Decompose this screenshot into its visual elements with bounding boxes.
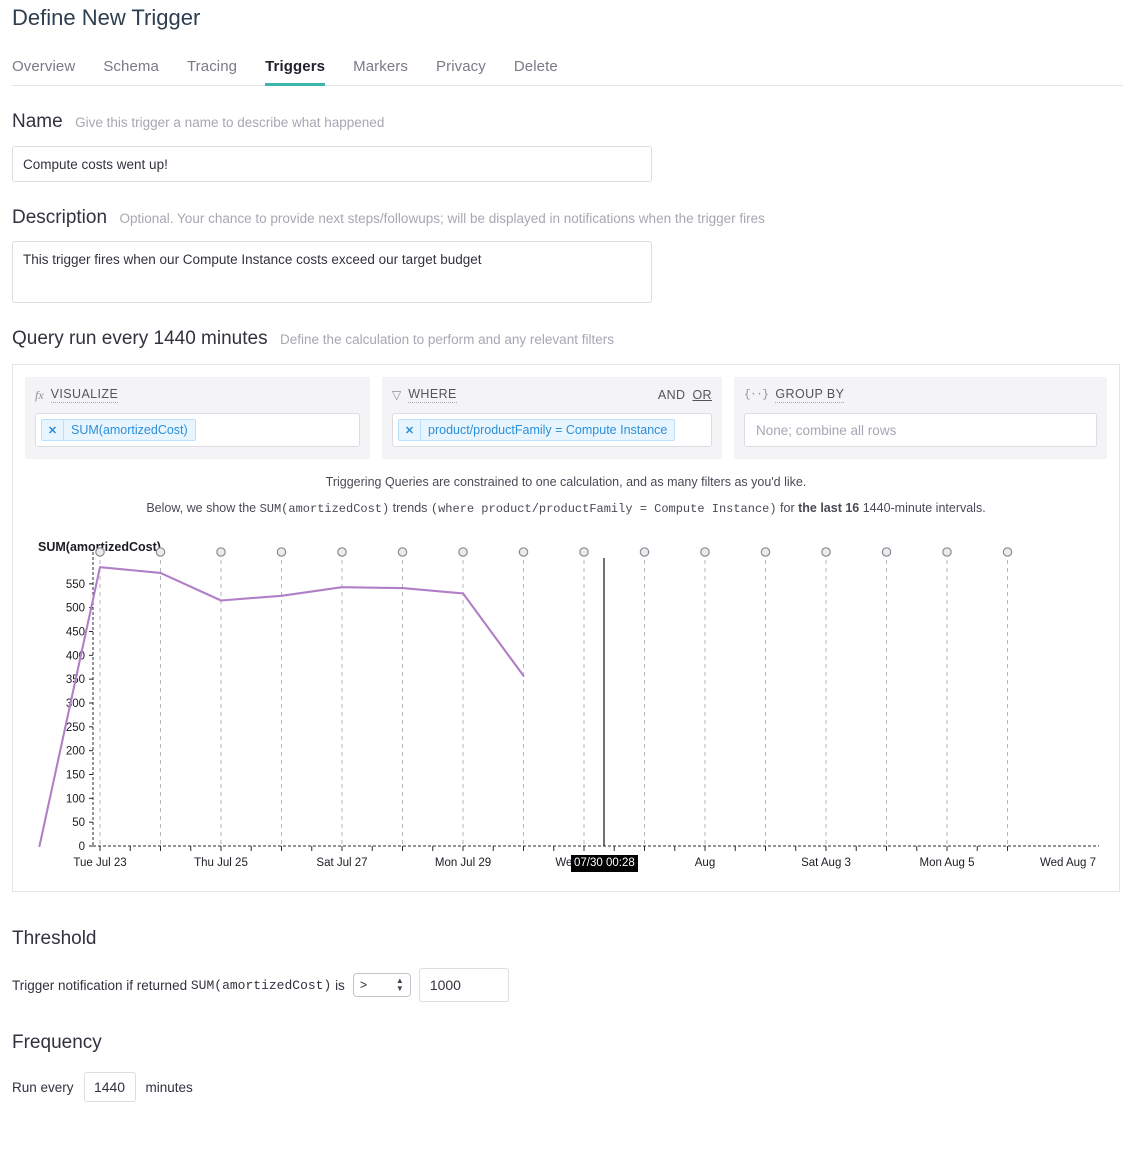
svg-text:150: 150 xyxy=(66,770,85,782)
svg-text:Mon Aug 5: Mon Aug 5 xyxy=(920,857,975,869)
name-label: Name xyxy=(12,111,63,132)
trend-note-bold: the last 16 xyxy=(798,501,859,515)
threshold-operator-value: > xyxy=(360,978,367,992)
tab-delete[interactable]: Delete xyxy=(500,52,572,85)
query-builder-row: fx VISUALIZE ✕ SUM(amortizedCost) ▽ WH xyxy=(25,377,1107,459)
query-section: Query run every 1440 minutes Define the … xyxy=(12,329,1123,892)
group-by-header: {··} GROUP BY xyxy=(744,386,1097,404)
svg-text:Sat Jul 27: Sat Jul 27 xyxy=(316,857,367,869)
trend-chart-svg: SUM(amortizedCost)0501001502002503003504… xyxy=(25,524,1109,876)
and-or-toggle: AND OR xyxy=(658,388,712,402)
threshold-section: Threshold Trigger notification if return… xyxy=(12,928,1123,1002)
trigger-name-input[interactable] xyxy=(12,146,652,182)
frequency-section: Frequency Run every minutes xyxy=(12,1032,1123,1102)
page-title: Define New Trigger xyxy=(12,0,1123,32)
frequency-row: Run every minutes xyxy=(12,1072,1123,1102)
group-by-placeholder: None; combine all rows xyxy=(750,423,896,438)
svg-text:Mon Jul 29: Mon Jul 29 xyxy=(435,857,491,869)
threshold-row: Trigger notification if returned SUM(amo… xyxy=(12,968,1123,1002)
svg-text:50: 50 xyxy=(72,817,85,829)
group-by-panel: {··} GROUP BY None; combine all rows xyxy=(734,377,1107,459)
svg-text:Wed Aug 7: Wed Aug 7 xyxy=(1040,857,1096,869)
svg-text:450: 450 xyxy=(66,627,85,639)
filter-icon: ▽ xyxy=(392,389,401,401)
svg-text:Tue Jul 23: Tue Jul 23 xyxy=(73,857,126,869)
svg-text:200: 200 xyxy=(66,746,85,758)
name-section-header: Name Give this trigger a name to describ… xyxy=(12,112,1123,133)
svg-text:Thu Jul 25: Thu Jul 25 xyxy=(194,857,248,869)
group-by-icon: {··} xyxy=(744,390,768,401)
trend-note-filter: (where product/productFamily = Compute I… xyxy=(431,502,777,516)
query-builder-card: fx VISUALIZE ✕ SUM(amortizedCost) ▽ WH xyxy=(12,364,1120,892)
svg-text:Aug: Aug xyxy=(695,857,715,869)
svg-text:250: 250 xyxy=(66,722,85,734)
visualize-header: fx VISUALIZE xyxy=(35,386,360,404)
visualize-panel: fx VISUALIZE ✕ SUM(amortizedCost) xyxy=(25,377,370,459)
svg-text:Sat Aug 3: Sat Aug 3 xyxy=(801,857,851,869)
where-field[interactable]: ✕ product/productFamily = Compute Instan… xyxy=(392,413,712,447)
svg-text:500: 500 xyxy=(66,603,85,615)
query-section-header: Query run every 1440 minutes Define the … xyxy=(12,329,1123,350)
remove-icon[interactable]: ✕ xyxy=(42,420,64,440)
chevron-down-icon: ▼ xyxy=(396,985,404,993)
trend-note-calc: SUM(amortizedCost) xyxy=(260,502,390,516)
trigger-description-input[interactable] xyxy=(12,241,652,303)
frequency-prefix: Run every xyxy=(12,1080,74,1095)
where-label[interactable]: WHERE xyxy=(408,387,457,403)
stepper-arrows-icon: ▲ ▼ xyxy=(396,977,404,993)
description-label: Description xyxy=(12,207,107,228)
description-hint: Optional. Your chance to provide next st… xyxy=(120,211,765,226)
threshold-value-input[interactable] xyxy=(419,968,509,1002)
cursor-time-label: 07/30 00:28 xyxy=(571,855,638,872)
tab-overview[interactable]: Overview xyxy=(12,52,89,85)
where-chip-label[interactable]: product/productFamily = Compute Instance xyxy=(421,420,674,440)
description-section-header: Description Optional. Your chance to pro… xyxy=(12,208,1123,229)
function-icon: fx xyxy=(35,389,44,401)
tab-triggers[interactable]: Triggers xyxy=(251,52,339,85)
threshold-title: Threshold xyxy=(12,928,1123,950)
where-panel: ▽ WHERE AND OR ✕ product/productFamily =… xyxy=(382,377,722,459)
threshold-calc: SUM(amortizedCost) xyxy=(191,978,331,993)
name-section: Name Give this trigger a name to describ… xyxy=(12,112,1123,182)
visualize-label[interactable]: VISUALIZE xyxy=(51,387,119,403)
trigger-editor-page: Define New Trigger Overview Schema Traci… xyxy=(0,0,1135,1102)
description-section: Description Optional. Your chance to pro… xyxy=(12,208,1123,303)
svg-text:550: 550 xyxy=(66,579,85,591)
threshold-prefix: Trigger notification if returned xyxy=(12,978,187,993)
tab-privacy[interactable]: Privacy xyxy=(422,52,500,85)
and-option[interactable]: AND xyxy=(658,388,686,402)
tab-tracing[interactable]: Tracing xyxy=(173,52,251,85)
trend-note-mid: trends xyxy=(389,501,431,515)
remove-icon[interactable]: ✕ xyxy=(399,420,421,440)
threshold-is-label: is xyxy=(335,978,345,993)
trend-note-pre: Below, we show the xyxy=(146,501,259,515)
visualize-chip-label[interactable]: SUM(amortizedCost) xyxy=(64,420,195,440)
svg-text:100: 100 xyxy=(66,793,85,805)
tab-schema[interactable]: Schema xyxy=(89,52,173,85)
tab-markers[interactable]: Markers xyxy=(339,52,422,85)
where-chip[interactable]: ✕ product/productFamily = Compute Instan… xyxy=(398,419,675,441)
trend-note-for: for xyxy=(777,501,799,515)
svg-text:0: 0 xyxy=(79,841,85,853)
or-option[interactable]: OR xyxy=(692,388,712,402)
trend-chart[interactable]: SUM(amortizedCost)0501001502002503003504… xyxy=(25,524,1109,879)
group-by-label[interactable]: GROUP BY xyxy=(775,387,844,403)
name-hint: Give this trigger a name to describe wha… xyxy=(75,115,384,130)
group-by-field[interactable]: None; combine all rows xyxy=(744,413,1097,447)
frequency-value-input[interactable] xyxy=(84,1072,136,1102)
where-header: ▽ WHERE AND OR xyxy=(392,386,712,404)
trend-note-post: 1440-minute intervals. xyxy=(859,501,985,515)
frequency-suffix: minutes xyxy=(146,1080,193,1095)
query-trend-note: Below, we show the SUM(amortizedCost) tr… xyxy=(25,501,1107,516)
frequency-title: Frequency xyxy=(12,1032,1123,1054)
query-hint: Define the calculation to perform and an… xyxy=(280,332,614,347)
threshold-operator-select[interactable]: > ▲ ▼ xyxy=(353,973,411,997)
query-label: Query run every 1440 minutes xyxy=(12,328,268,349)
visualize-chip[interactable]: ✕ SUM(amortizedCost) xyxy=(41,419,196,441)
query-constraint-note: Triggering Queries are constrained to on… xyxy=(25,475,1107,489)
visualize-field[interactable]: ✕ SUM(amortizedCost) xyxy=(35,413,360,447)
tab-bar: Overview Schema Tracing Triggers Markers… xyxy=(12,52,1123,86)
